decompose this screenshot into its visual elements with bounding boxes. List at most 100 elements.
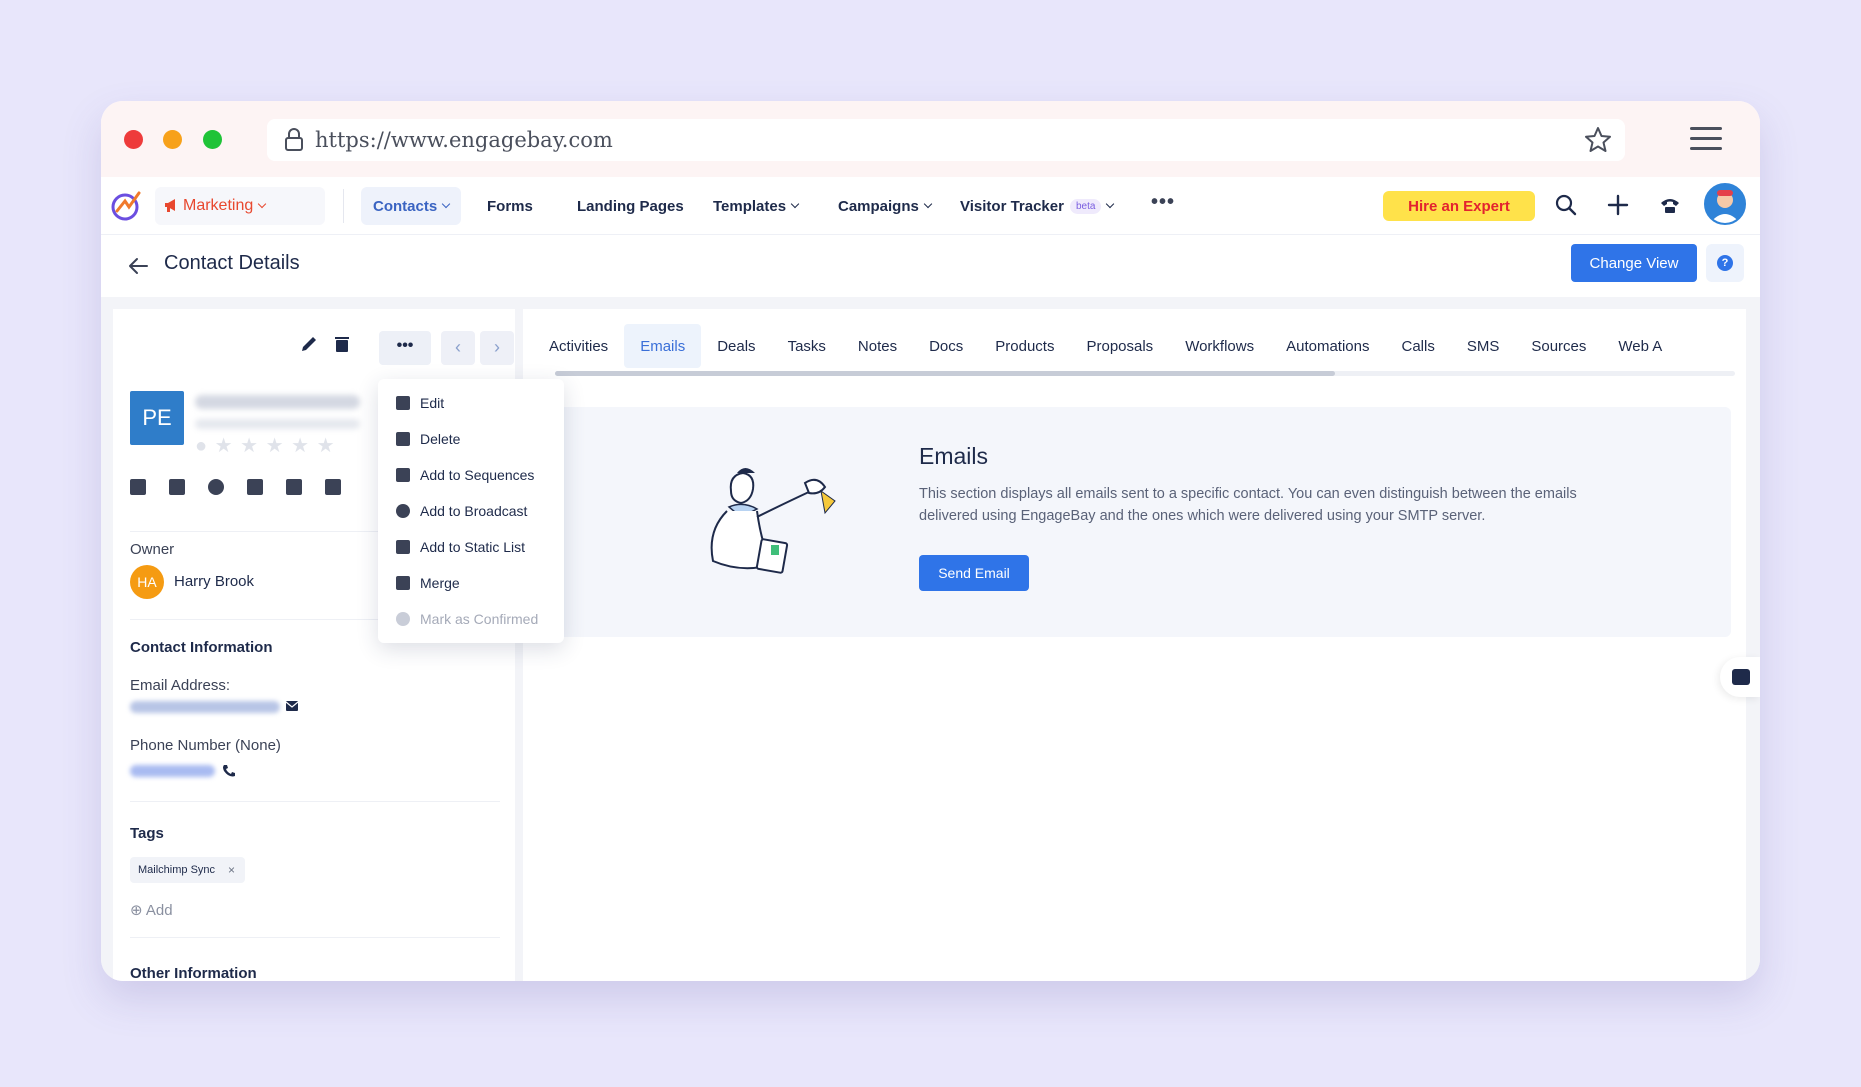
list-icon: [396, 540, 410, 554]
help-button[interactable]: ?: [1706, 244, 1744, 282]
tab-activities[interactable]: Activities: [533, 324, 624, 368]
contact-name-redacted: [195, 395, 360, 409]
minimize-window-button[interactable]: [163, 130, 182, 149]
engagebay-logo-icon[interactable]: [109, 189, 143, 223]
email-icon[interactable]: [130, 479, 146, 495]
tab-proposals[interactable]: Proposals: [1070, 324, 1169, 368]
tag-chip: Mailchimp Sync ×: [130, 857, 246, 883]
tags-title: Tags: [130, 825, 164, 842]
phone-value-redacted[interactable]: [130, 765, 215, 777]
module-switcher[interactable]: Marketing: [155, 187, 325, 225]
envelope-icon[interactable]: [285, 699, 299, 713]
tabs-scrollbar-thumb[interactable]: [555, 371, 1335, 376]
contact-sidebar: ••• ‹ › PE ● ★ ★ ★ ★ ★ Owner HA Harry Br…: [113, 309, 564, 981]
help-icon: ?: [1717, 255, 1733, 271]
browser-menu-icon[interactable]: [1690, 127, 1722, 151]
trash-icon: [396, 432, 410, 446]
menu-item-merge[interactable]: Merge: [378, 565, 564, 601]
emails-empty-state: Emails This section displays all emails …: [541, 407, 1731, 637]
email-label: Email Address:: [130, 677, 231, 694]
contact-action-icons: [130, 479, 341, 495]
tab-web-activity[interactable]: Web A: [1602, 324, 1678, 368]
nav-forms[interactable]: Forms: [475, 187, 545, 225]
more-actions-button[interactable]: •••: [379, 331, 431, 365]
more-nav-icon[interactable]: •••: [1151, 191, 1175, 214]
change-view-button[interactable]: Change View: [1571, 244, 1697, 282]
lock-icon: [285, 128, 303, 151]
prev-contact-button[interactable]: ‹: [441, 331, 475, 365]
section-divider: [130, 801, 500, 802]
tab-products[interactable]: Products: [979, 324, 1070, 368]
send-email-button[interactable]: Send Email: [919, 555, 1029, 591]
owner-name[interactable]: Harry Brook: [174, 573, 254, 590]
maximize-window-button[interactable]: [203, 130, 222, 149]
next-contact-button[interactable]: ›: [480, 331, 514, 365]
contact-email-redacted: [195, 419, 360, 429]
chevron-down-icon: [258, 199, 267, 209]
merge-icon: [396, 576, 410, 590]
nav-campaigns[interactable]: Campaigns: [826, 187, 943, 225]
menu-item-add-to-broadcast[interactable]: Add to Broadcast: [378, 493, 564, 529]
contact-detail-panel: Activities Emails Deals Tasks Notes Docs…: [523, 309, 1746, 981]
calendar-icon[interactable]: [325, 479, 341, 495]
user-avatar-icon: [1710, 190, 1740, 223]
trash-icon[interactable]: [331, 333, 353, 355]
page-title: Contact Details: [164, 252, 300, 274]
owner-label: Owner: [130, 541, 175, 558]
hire-expert-button[interactable]: Hire an Expert: [1383, 191, 1535, 221]
close-window-button[interactable]: [124, 130, 143, 149]
content-area: ••• ‹ › PE ● ★ ★ ★ ★ ★ Owner HA Harry Br…: [101, 297, 1760, 981]
detail-tabs: Activities Emails Deals Tasks Notes Docs…: [533, 321, 1743, 371]
user-avatar[interactable]: [1704, 183, 1746, 225]
tag-remove-icon[interactable]: ×: [228, 857, 235, 883]
chevron-down-icon: [790, 199, 800, 209]
phone-label: Phone Number (None): [130, 737, 281, 754]
tab-docs[interactable]: Docs: [913, 324, 979, 368]
pencil-icon: [396, 396, 410, 410]
broadcast-icon: [396, 504, 410, 518]
beta-badge: beta: [1069, 198, 1102, 214]
emails-description: This section displays all emails sent to…: [919, 486, 1577, 524]
search-icon[interactable]: [1554, 193, 1578, 217]
tab-calls[interactable]: Calls: [1385, 324, 1450, 368]
tab-emails[interactable]: Emails: [624, 324, 702, 368]
phone-icon[interactable]: [1658, 193, 1682, 217]
tab-automations[interactable]: Automations: [1270, 324, 1385, 368]
chevron-down-icon: [441, 199, 451, 209]
email-value-redacted[interactable]: [130, 701, 280, 713]
nav-templates[interactable]: Templates: [701, 187, 810, 225]
more-actions-menu: Edit Delete Add to Sequences Add to Broa…: [378, 379, 564, 643]
document-icon[interactable]: [286, 479, 302, 495]
bookmark-star-icon[interactable]: [1583, 125, 1613, 155]
chat-widget-button[interactable]: [1720, 657, 1760, 697]
deal-icon[interactable]: [208, 479, 224, 495]
page-header: Contact Details Change View ?: [101, 235, 1760, 297]
tabs-scrollbar[interactable]: [555, 371, 1735, 376]
owner-avatar: HA: [130, 565, 164, 599]
add-tag-button[interactable]: ⊕ Add: [130, 901, 173, 919]
plus-icon[interactable]: [1606, 193, 1630, 217]
tab-workflows[interactable]: Workflows: [1169, 324, 1270, 368]
tag-label: Mailchimp Sync: [138, 864, 216, 876]
edit-pencil-icon[interactable]: [298, 333, 320, 355]
menu-item-delete[interactable]: Delete: [378, 421, 564, 457]
tab-notes[interactable]: Notes: [842, 324, 913, 368]
tab-deals[interactable]: Deals: [701, 324, 771, 368]
nav-contacts[interactable]: Contacts: [361, 187, 462, 225]
contact-rating[interactable]: ● ★ ★ ★ ★ ★: [195, 433, 336, 458]
tab-sources[interactable]: Sources: [1515, 324, 1602, 368]
chat-icon: [1732, 669, 1750, 685]
nav-landing-pages[interactable]: Landing Pages: [565, 187, 696, 225]
menu-item-edit[interactable]: Edit: [378, 385, 564, 421]
tab-tasks[interactable]: Tasks: [772, 324, 842, 368]
nav-visitor-tracker[interactable]: Visitor Tracker beta: [948, 187, 1125, 225]
megaphone-icon: [165, 199, 175, 212]
note-icon[interactable]: [247, 479, 263, 495]
menu-item-add-to-static-list[interactable]: Add to Static List: [378, 529, 564, 565]
phone-call-icon[interactable]: [221, 763, 237, 779]
sequence-icon[interactable]: [169, 479, 185, 495]
back-arrow-icon[interactable]: [127, 255, 149, 277]
tab-sms[interactable]: SMS: [1451, 324, 1516, 368]
menu-item-add-to-sequences[interactable]: Add to Sequences: [378, 457, 564, 493]
address-bar[interactable]: https://www.engagebay.com: [267, 119, 1625, 161]
